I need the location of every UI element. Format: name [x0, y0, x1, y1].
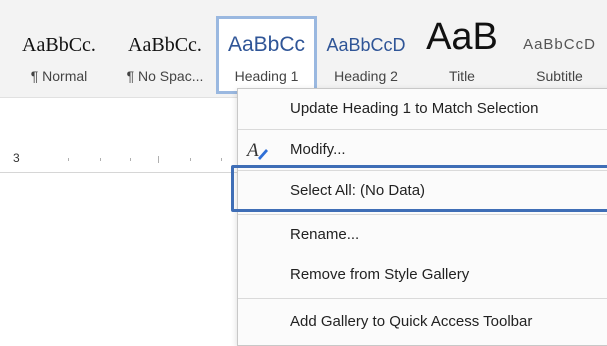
- ruler-tick: [158, 156, 159, 163]
- style-preview: AaBbCc.: [22, 34, 96, 56]
- menu-item-label: Update Heading 1 to Match Selection: [290, 100, 539, 117]
- style-caption: ¶ No Spac...: [126, 68, 204, 84]
- style-caption: Heading 2: [334, 68, 398, 84]
- menu-item-modify[interactable]: A Modify...: [238, 130, 607, 170]
- ruler-tick: [190, 158, 191, 161]
- menu-item-update-heading[interactable]: Update Heading 1 to Match Selection: [238, 89, 607, 129]
- style-caption: ¶ Normal: [30, 68, 88, 84]
- style-preview: AaBbCcD: [523, 36, 596, 53]
- menu-item-label: Remove from Style Gallery: [290, 266, 470, 283]
- style-preview: AaBbCcD: [326, 35, 406, 55]
- style-no-spacing[interactable]: AaBbCc. ¶ No Spac...: [114, 16, 216, 94]
- style-preview: AaBbCc.: [128, 34, 202, 56]
- ruler-tick: [221, 158, 222, 161]
- ruler-number: 3: [13, 151, 20, 165]
- menu-item-label: Modify...: [290, 141, 346, 158]
- style-caption: Subtitle: [536, 68, 583, 84]
- menu-item-rename[interactable]: Rename...: [238, 215, 607, 255]
- ruler[interactable]: 3: [0, 146, 240, 173]
- menu-item-label: Rename...: [290, 226, 360, 243]
- style-title[interactable]: AaB Title: [414, 16, 510, 94]
- menu-separator: [238, 298, 607, 299]
- style-heading-1[interactable]: AaBbCc Heading 1: [216, 16, 317, 94]
- style-caption: Title: [449, 68, 475, 84]
- style-normal[interactable]: AaBbCc. ¶ Normal: [4, 16, 114, 94]
- menu-item-remove-from-gallery[interactable]: Remove from Style Gallery: [238, 255, 607, 295]
- svg-text:A: A: [246, 140, 259, 161]
- menu-item-select-all[interactable]: Select All: (No Data): [238, 171, 607, 211]
- menu-item-label: Add Gallery to Quick Access Toolbar: [290, 313, 533, 330]
- ruler-tick: [130, 158, 131, 161]
- style-preview: AaBbCc: [227, 33, 306, 56]
- style-preview: AaB: [426, 22, 498, 52]
- modify-pen-icon: A: [245, 138, 270, 162]
- style-caption: Heading 1: [234, 68, 299, 84]
- styles-gallery: AaBbCc. ¶ Normal AaBbCc. ¶ No Spac... Aa…: [0, 0, 607, 98]
- context-menu: Update Heading 1 to Match Selection A Mo…: [237, 88, 607, 346]
- style-subtitle[interactable]: AaBbCcD Subtitle: [512, 16, 607, 94]
- menu-item-add-to-quick-access[interactable]: Add Gallery to Quick Access Toolbar: [238, 302, 607, 342]
- ruler-tick: [100, 158, 101, 161]
- menu-item-label: Select All: (No Data): [290, 182, 426, 199]
- style-heading-2[interactable]: AaBbCcD Heading 2: [320, 16, 412, 94]
- ruler-tick: [68, 158, 69, 161]
